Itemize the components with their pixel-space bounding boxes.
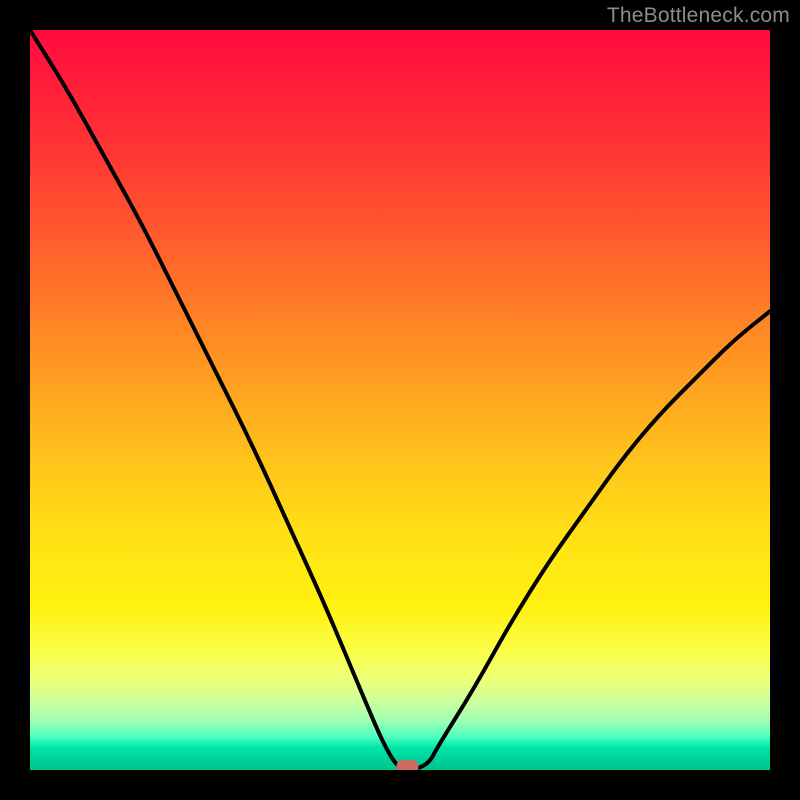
curve-layer [30,30,770,770]
bottleneck-curve [30,30,770,770]
plot-area [30,30,770,770]
min-point-marker [396,760,418,770]
chart-frame: TheBottleneck.com [0,0,800,800]
watermark-text: TheBottleneck.com [607,4,790,28]
